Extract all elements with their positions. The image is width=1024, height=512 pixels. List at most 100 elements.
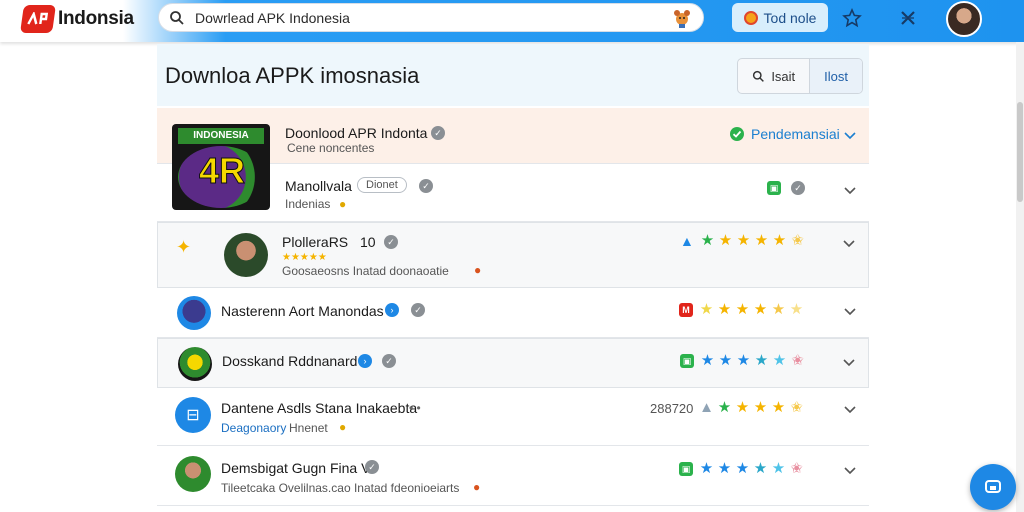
top-bar: Indonsia Dowrlead APK Indonesia Tod nole [0, 0, 1024, 42]
star-icon: ★ [753, 301, 768, 318]
list-item[interactable]: Dosskand Rddnanard › ✓ ▣ ★ ★ ★ ★ ★ ✬ [157, 338, 869, 388]
item-subtitle[interactable]: Deagonaory [221, 421, 286, 435]
mascot-icon [674, 9, 690, 28]
search-input[interactable]: Dowrlead APK Indonesia [195, 10, 671, 26]
verified-icon: ✓ [419, 179, 433, 193]
chevron-down-icon[interactable] [843, 129, 857, 143]
chevron-down-icon[interactable] [843, 403, 857, 417]
close-x-icon[interactable] [898, 8, 918, 28]
app-badge-icon: ▣ [767, 181, 781, 195]
star-outline-icon[interactable] [842, 8, 862, 28]
app-icon [178, 347, 212, 381]
verified-icon: ✓ [411, 303, 425, 317]
chevron-down-icon[interactable] [843, 464, 857, 478]
star-icon: ★ [735, 460, 750, 477]
list-item[interactable]: Nasterenn Aort Manondas › ✓ M ★ ★ ★ ★ ★ … [157, 288, 869, 338]
logo-text: Indonsia [58, 8, 134, 29]
avatar [224, 233, 268, 277]
star-icon: ★ [699, 301, 714, 318]
action-button-group: Isait Ilost [737, 58, 863, 94]
star-icon: ★ [736, 352, 751, 369]
item-title: PlolleraRS [282, 234, 349, 250]
logo-mark-icon [20, 5, 56, 33]
verified-icon: ✓ [382, 354, 396, 368]
account-pill-label: Tod nole [763, 9, 817, 26]
star-icon: ★ [718, 352, 733, 369]
chevron-down-icon[interactable] [843, 184, 857, 198]
star-icon: ★ [753, 460, 768, 477]
avatar [175, 456, 211, 492]
scrollbar-thumb[interactable] [1017, 102, 1023, 202]
star-icon: ★ [736, 232, 751, 249]
app-icon [177, 296, 211, 330]
edit-button-label: Isait [771, 68, 796, 84]
emoji-icon: ● [473, 480, 481, 494]
star-icon: ★ [718, 232, 733, 249]
star-icon: ★ [772, 352, 787, 369]
app-badge-icon: ▣ [679, 462, 693, 476]
item-title: Dantene Asdls Stana Inakaebta [221, 400, 418, 416]
rating-stars: ★ ★ ★ ★ ★ ★ [699, 302, 804, 317]
emoji-icon: ● [339, 420, 347, 434]
item-title: Manollvala [285, 178, 352, 194]
app-badge-icon: ▣ [680, 354, 694, 368]
item-title: Nasterenn Aort Manondas [221, 303, 384, 319]
star-icon: ★ [735, 301, 750, 318]
star-icon: ★ [772, 232, 787, 249]
app-logo[interactable]: Indonsia [20, 5, 134, 33]
rating-stars: ★ ★ ★ ★ ★ ✬ [699, 461, 804, 476]
star-icon: ★ [717, 301, 732, 318]
scrollbar[interactable] [1016, 42, 1024, 512]
star-icon: ★ [754, 352, 769, 369]
emoji-icon: ● [339, 197, 347, 211]
item-count: 10 [360, 234, 376, 250]
chevron-down-icon[interactable] [842, 237, 856, 251]
star-icon: ★ [699, 460, 714, 477]
chat-fab-button[interactable] [970, 464, 1016, 510]
arrow-up-icon: ▲ [699, 399, 714, 416]
list-item[interactable]: Demsbigat Gugn Fina V ✓ Tileetcaka Oveli… [157, 446, 869, 506]
star-icon: ★ [717, 399, 732, 416]
sparkle-icon: ✦ [176, 237, 192, 257]
user-avatar[interactable] [946, 1, 982, 37]
check-badge-icon [730, 127, 744, 141]
star-half-icon: ✬ [790, 399, 803, 416]
item-dash: • • [409, 401, 421, 415]
star-icon: ★ [753, 399, 768, 416]
list-item[interactable]: ⊟ Dantene Asdls Stana Inakaebta • • Deag… [157, 388, 869, 446]
star-icon: ★ [771, 399, 786, 416]
post-button-label: Ilost [824, 68, 848, 84]
mini-rating: ★★★★★ [282, 252, 327, 263]
chevron-down-icon[interactable] [842, 356, 856, 370]
item-title: Dosskand Rddnanard [222, 353, 358, 369]
page-title: Downloa APPK imosnasia [165, 63, 420, 88]
account-pill-button[interactable]: Tod nole [732, 3, 828, 32]
rating-stars: ▲ ★ ★ ★ ★ ✬ [699, 400, 804, 415]
edit-button[interactable]: Isait [738, 59, 809, 93]
item-subtitle: Indenias [285, 197, 331, 211]
emoji-icon: ● [474, 263, 482, 277]
list-item[interactable]: Manollvala Dionet ✓ Indenias ● ▣ ✓ [157, 164, 869, 222]
search-icon [753, 70, 765, 82]
item-number: 288720 [650, 401, 694, 416]
rating-stars: ★ ★ ★ ★ ★ ✬ [700, 233, 805, 248]
item-subtitle: Cene noncentes [287, 141, 375, 155]
chat-icon [985, 480, 1001, 493]
star-half-icon: ✬ [791, 232, 804, 249]
item-title: Doonlood APR Indonta [285, 125, 428, 141]
item-subtitle: Tileetcaka Ovelilnas.cao Inatad fdeonioe… [221, 481, 460, 495]
search-bar[interactable]: Dowrlead APK Indonesia [158, 3, 704, 32]
chevron-down-icon[interactable] [843, 305, 857, 319]
post-button[interactable]: Ilost [809, 59, 862, 93]
star-half-icon: ✬ [790, 460, 803, 477]
status-dot-icon [743, 10, 758, 25]
star-icon: ★ [771, 460, 786, 477]
star-half-icon: ★ [789, 301, 804, 318]
verified-icon: ✓ [384, 235, 398, 249]
search-icon [170, 10, 184, 25]
list-item[interactable]: ✦ PlolleraRS 10 ✓ ★★★★★ Goosaeosns Inata… [157, 222, 869, 288]
star-icon: ★ [754, 232, 769, 249]
status-label[interactable]: Pendemansiai [751, 126, 840, 142]
star-half-icon: ✬ [791, 352, 804, 369]
star-icon: ★ [717, 460, 732, 477]
